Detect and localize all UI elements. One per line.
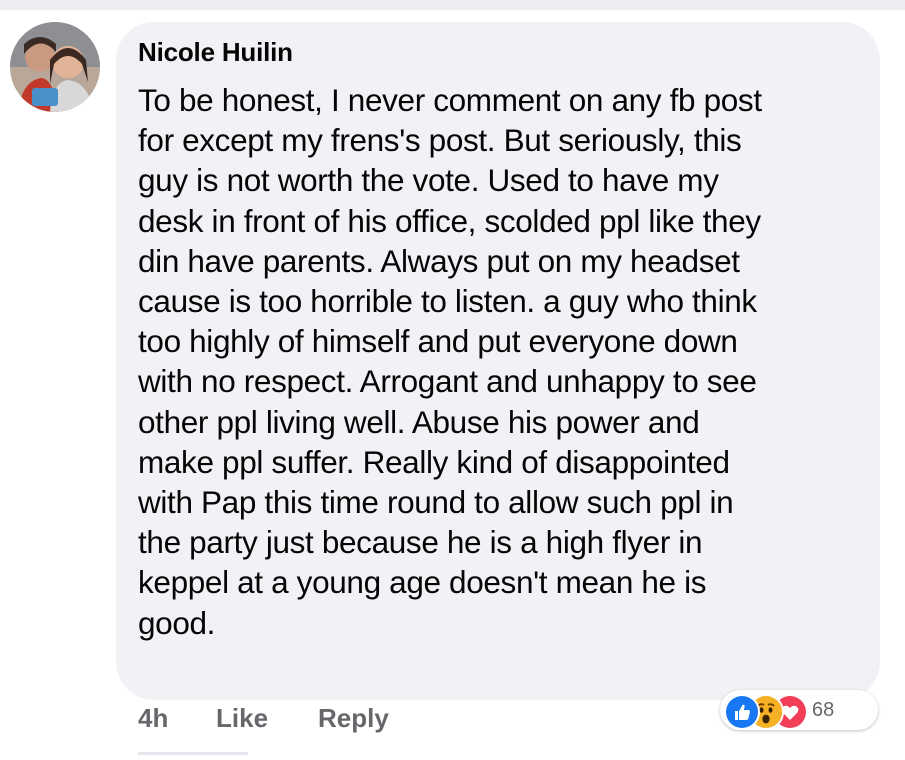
- reactions-summary[interactable]: 68: [720, 690, 878, 730]
- like-icon: [724, 694, 760, 730]
- comment-line: the party just because he is a high flye…: [138, 524, 703, 561]
- comment-line: guy is not worth the vote. Used to have …: [138, 162, 719, 199]
- comment-line: desk in front of his office, scolded ppl…: [138, 202, 761, 239]
- comment-line: too highly of himself and put everyone d…: [138, 323, 738, 360]
- avatar[interactable]: [10, 22, 100, 112]
- comment-line: other ppl living well. Abuse his power a…: [138, 403, 700, 440]
- divider: [138, 752, 248, 755]
- comment-line: cause is too horrible to listen. a guy w…: [138, 283, 757, 320]
- comment-line: make ppl suffer. Really kind of disappoi…: [138, 443, 730, 480]
- comment-line: with Pap this time round to allow such p…: [138, 484, 734, 521]
- timestamp[interactable]: 4h: [138, 703, 168, 734]
- reaction-count: 68: [812, 699, 835, 721]
- comment-author[interactable]: Nicole Huilin: [138, 37, 293, 68]
- comment-line: good.: [138, 604, 216, 641]
- comment-line: To be honest, I never comment on any fb …: [138, 82, 762, 118]
- comment-line: keppel at a young age doesn't mean he is: [138, 564, 707, 601]
- like-button[interactable]: Like: [216, 703, 268, 734]
- comment-line: with no respect. Arrogant and unhappy to…: [138, 363, 757, 400]
- avatar-photo: [10, 22, 100, 112]
- comment-text: To be honest, I never comment on any fb …: [138, 80, 858, 643]
- reply-button[interactable]: Reply: [318, 703, 389, 734]
- comment-line: din have parents. Always put on my heads…: [138, 242, 740, 279]
- comment-line: for except my frens's post. But seriousl…: [138, 122, 742, 159]
- divider: [0, 0, 905, 10]
- comment-view: Nicole Huilin To be honest, I never comm…: [0, 0, 905, 760]
